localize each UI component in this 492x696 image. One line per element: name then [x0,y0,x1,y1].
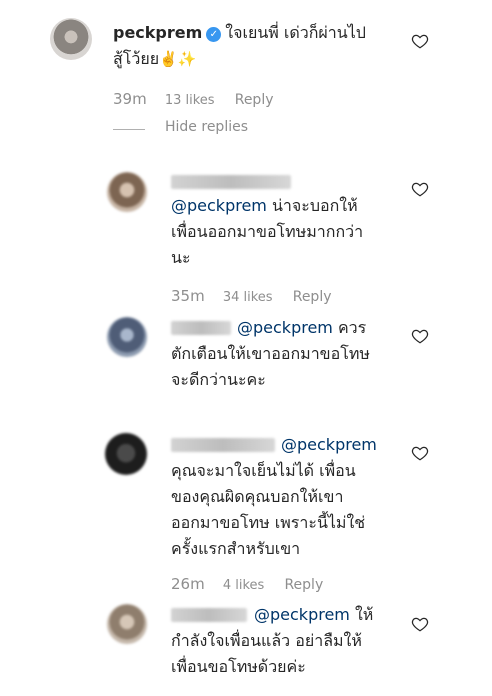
reply-text: คุณจะมาใจเย็นไม่ได้ เพื่อน [171,461,356,480]
reply-text: จะดีกว่านะคะ [171,370,266,389]
comment-meta: 26m 4 likes Reply [171,575,323,593]
reply-text: ออกมาขอโทษ เพราะนี้ไม่ใช่ [171,513,366,532]
reply-button[interactable]: Reply [293,289,332,305]
mention-link[interactable]: @peckprem [237,318,333,337]
reply-comment: @peckprem คุณจะมาใจเย็นไม่ได้ เพื่อน ของ… [171,432,411,562]
heart-icon[interactable] [411,32,429,50]
blurred-username [171,175,291,189]
main-comment: peckprem ✓ ใจเยนพี่ เด่วก็ผ่านไป สู้โว้ยย✌… [113,20,403,72]
comment-meta: 35m 34 likes Reply [171,287,332,305]
divider-line [113,129,145,130]
reply-text: นะ [171,248,191,267]
comment-username[interactable]: peckprem [113,23,202,42]
avatar[interactable] [105,433,147,475]
heart-icon[interactable] [411,444,429,462]
comment-text-line1: ใจเยนพี่ เด่วก็ผ่านไป [225,23,366,42]
comment-likes[interactable]: 4 likes [223,578,264,593]
reply-text: ตักเตือนให้เขาออกมาขอโทษ [171,344,370,363]
reply-text: ควร [332,318,367,337]
comment-meta: 39m 13 likes Reply [113,90,274,108]
reply-text: เพื่อนขอโทษด้วยค่ะ [171,657,306,676]
reply-comment: @peckprem ให้ กำลังใจเพื่อนแล้ว อย่าลืมใ… [171,602,411,680]
reply-text: ครั้งแรกสำหรับเขา [171,539,301,558]
comment-text-line2: สู้โว้ยย [113,49,160,68]
heart-icon[interactable] [411,180,429,198]
comment-time[interactable]: 39m [113,90,147,108]
comment-likes[interactable]: 34 likes [223,290,273,305]
heart-icon[interactable] [411,615,429,633]
hide-replies-button[interactable]: Hide replies [165,119,248,135]
avatar[interactable] [107,317,147,357]
mention-link[interactable]: @peckprem [281,435,377,454]
reply-text: ของคุณผิดคุณบอกให้เขา [171,487,344,506]
reply-text: น่าจะบอกให้ [266,196,358,215]
mention-link[interactable]: @peckprem [254,605,350,624]
emoji-icons: ✌️✨ [159,50,197,68]
avatar[interactable] [107,172,147,212]
reply-text: เพื่อนออกมาขอโทษมากกว่า [171,222,364,241]
reply-button[interactable]: Reply [235,92,274,108]
comment-time[interactable]: 35m [171,287,205,305]
heart-icon[interactable] [411,327,429,345]
avatar[interactable] [107,604,147,644]
reply-comment: @peckprem ควร ตักเตือนให้เขาออกมาขอโทษ จ… [171,315,411,393]
comment-likes[interactable]: 13 likes [165,93,215,108]
comment-time[interactable]: 26m [171,575,205,593]
avatar[interactable] [50,18,92,60]
reply-text: ให้ [349,605,374,624]
verified-badge-icon: ✓ [206,27,222,42]
mention-link[interactable]: @peckprem [171,196,267,215]
reply-text: กำลังใจเพื่อนแล้ว อย่าลืมให้ [171,631,362,650]
reply-button[interactable]: Reply [284,577,323,593]
reply-comment: @peckprem น่าจะบอกให้ เพื่อนออกมาขอโทษมา… [171,193,411,271]
